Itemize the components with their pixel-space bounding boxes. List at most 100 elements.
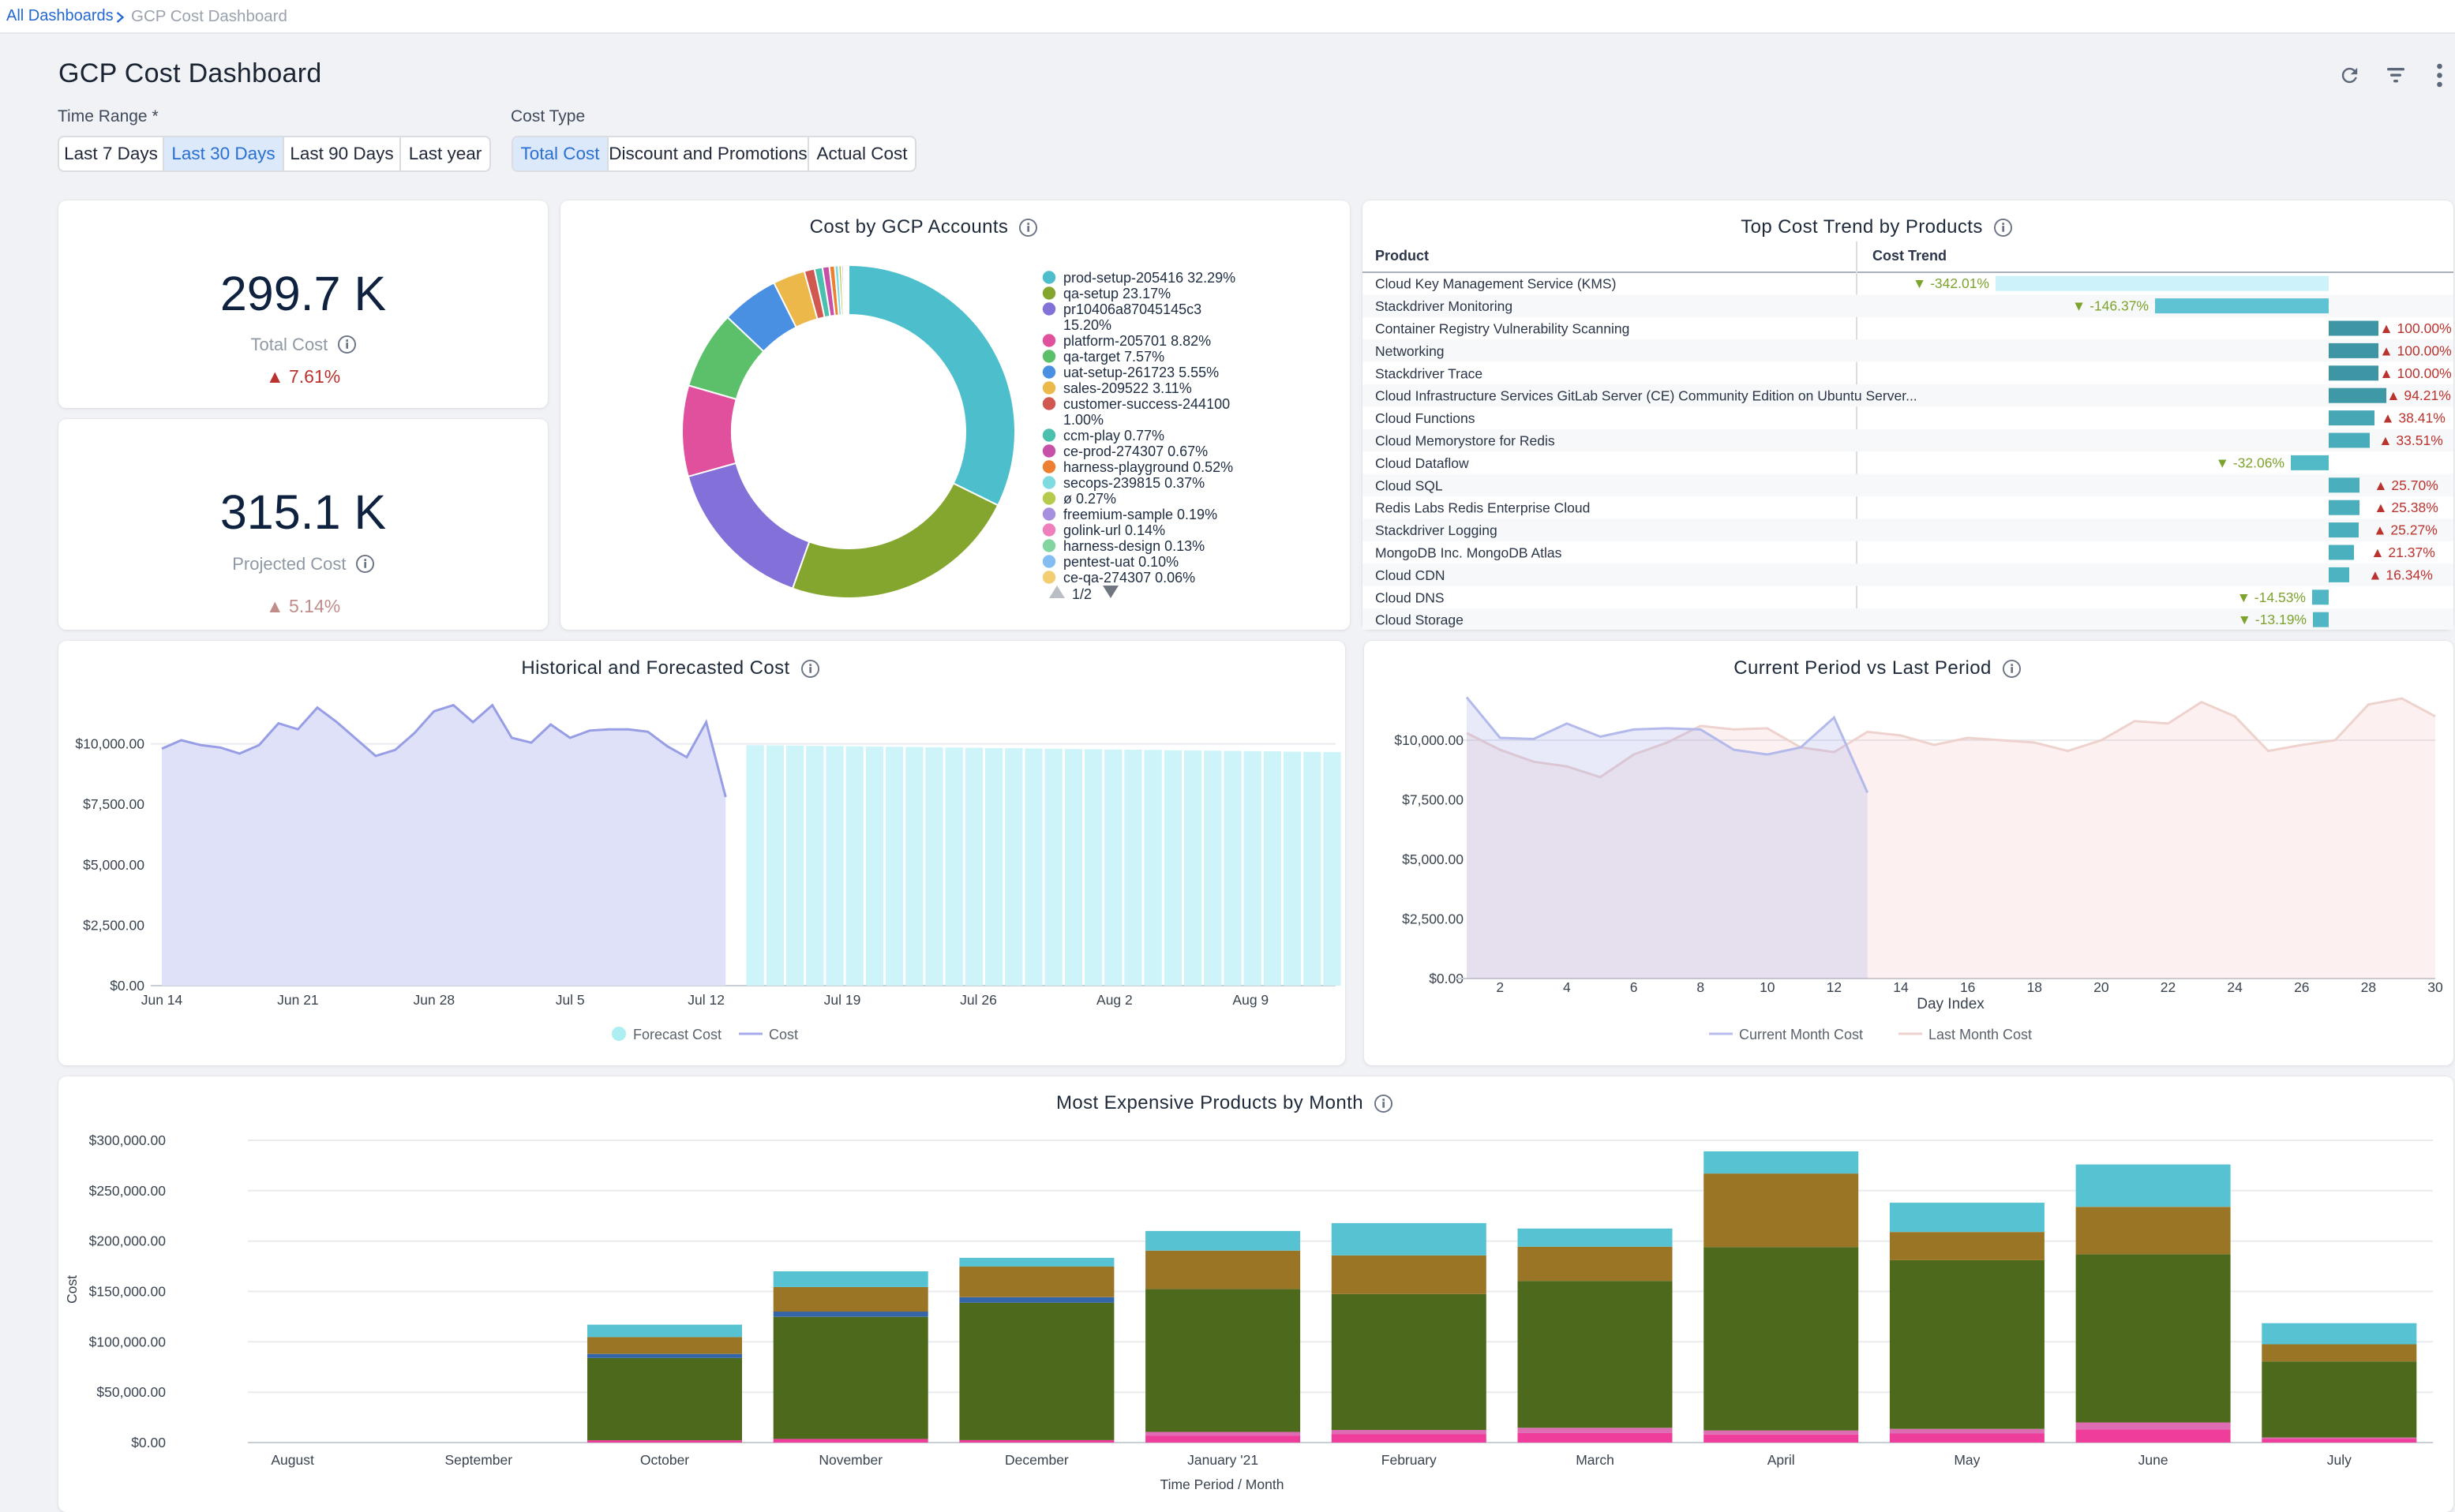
- svg-text:customer-success-244100: customer-success-244100: [1063, 396, 1230, 412]
- svg-text:2: 2: [1496, 979, 1504, 995]
- svg-text:Cloud Dataflow: Cloud Dataflow: [1375, 455, 1469, 471]
- svg-text:$10,000.00: $10,000.00: [1394, 732, 1464, 748]
- svg-text:September: September: [444, 1452, 512, 1468]
- svg-text:▲ 33.51%: ▲ 33.51%: [2378, 432, 2443, 448]
- svg-text:November: November: [819, 1452, 883, 1468]
- svg-text:$7,500.00: $7,500.00: [83, 796, 144, 812]
- svg-text:Cost: Cost: [769, 1027, 798, 1042]
- svg-text:▼ -13.19%: ▼ -13.19%: [2238, 612, 2307, 627]
- svg-text:▲ 16.34%: ▲ 16.34%: [2368, 567, 2433, 582]
- svg-text:▲ 100.00%: ▲ 100.00%: [2379, 320, 2451, 336]
- svg-text:Cloud Key Management Service (: Cloud Key Management Service (KMS): [1375, 276, 1616, 292]
- svg-text:Jun 28: Jun 28: [414, 992, 455, 1008]
- svg-text:Aug 2: Aug 2: [1096, 992, 1133, 1008]
- svg-text:Jul 12: Jul 12: [688, 992, 725, 1008]
- svg-text:February: February: [1381, 1452, 1437, 1468]
- svg-text:harness-design 0.13%: harness-design 0.13%: [1063, 538, 1205, 554]
- svg-text:Last Month Cost: Last Month Cost: [1928, 1027, 2032, 1042]
- svg-text:uat-setup-261723 5.55%: uat-setup-261723 5.55%: [1063, 365, 1219, 380]
- svg-text:12: 12: [1827, 979, 1842, 995]
- svg-text:▲ 21.37%: ▲ 21.37%: [2371, 545, 2435, 560]
- svg-text:$50,000.00: $50,000.00: [96, 1384, 166, 1400]
- svg-text:Stackdriver Logging: Stackdriver Logging: [1375, 522, 1497, 538]
- svg-text:ce-prod-274307 0.67%: ce-prod-274307 0.67%: [1063, 443, 1208, 459]
- svg-text:$300,000.00: $300,000.00: [89, 1132, 167, 1148]
- svg-text:Day Index: Day Index: [1917, 996, 1985, 1012]
- svg-text:▼ -14.53%: ▼ -14.53%: [2237, 589, 2306, 605]
- svg-text:freemium-sample 0.19%: freemium-sample 0.19%: [1063, 507, 1217, 522]
- svg-text:Redis Labs Redis Enterprise Cl: Redis Labs Redis Enterprise Cloud: [1375, 500, 1590, 516]
- svg-text:sales-209522 3.11%: sales-209522 3.11%: [1063, 380, 1192, 396]
- svg-text:▲ 38.41%: ▲ 38.41%: [2381, 410, 2446, 426]
- svg-text:6: 6: [1630, 979, 1638, 995]
- svg-text:ø 0.27%: ø 0.27%: [1063, 491, 1116, 507]
- svg-text:December: December: [1005, 1452, 1069, 1468]
- svg-text:18: 18: [2027, 979, 2042, 995]
- svg-text:secops-239815 0.37%: secops-239815 0.37%: [1063, 475, 1205, 491]
- svg-text:Stackdriver Trace: Stackdriver Trace: [1375, 365, 1482, 381]
- svg-text:June: June: [2138, 1452, 2168, 1468]
- svg-text:Cloud DNS: Cloud DNS: [1375, 589, 1445, 605]
- svg-text:▼ -146.37%: ▼ -146.37%: [2072, 298, 2149, 314]
- svg-text:Product: Product: [1375, 248, 1429, 264]
- svg-text:Cloud Storage: Cloud Storage: [1375, 612, 1464, 628]
- svg-text:Cloud Memorystore for Redis: Cloud Memorystore for Redis: [1375, 433, 1555, 449]
- svg-text:$200,000.00: $200,000.00: [89, 1233, 167, 1249]
- svg-text:prod-setup-205416 32.29%: prod-setup-205416 32.29%: [1063, 270, 1235, 286]
- svg-text:▲ 100.00%: ▲ 100.00%: [2379, 342, 2451, 358]
- svg-text:qa-setup 23.17%: qa-setup 23.17%: [1063, 286, 1171, 301]
- svg-text:March: March: [1576, 1452, 1614, 1468]
- svg-text:$100,000.00: $100,000.00: [89, 1334, 167, 1349]
- svg-text:Current Month Cost: Current Month Cost: [1739, 1027, 1863, 1042]
- svg-text:▼ -342.01%: ▼ -342.01%: [1913, 275, 1989, 291]
- svg-text:26: 26: [2294, 979, 2309, 995]
- svg-text:▲ 100.00%: ▲ 100.00%: [2379, 365, 2451, 381]
- svg-text:1/2: 1/2: [1072, 586, 1092, 602]
- svg-text:▲ 25.70%: ▲ 25.70%: [2374, 477, 2438, 493]
- svg-text:$150,000.00: $150,000.00: [89, 1284, 167, 1300]
- svg-text:Time Period / Month: Time Period / Month: [1160, 1476, 1284, 1492]
- svg-text:Jul 19: Jul 19: [824, 992, 861, 1008]
- svg-text:24: 24: [2227, 979, 2243, 995]
- svg-text:Cost Trend: Cost Trend: [1872, 248, 1947, 264]
- svg-text:22: 22: [2161, 979, 2176, 995]
- svg-text:$10,000.00: $10,000.00: [75, 736, 144, 752]
- svg-text:ce-qa-274307 0.06%: ce-qa-274307 0.06%: [1063, 570, 1195, 586]
- svg-text:$2,500.00: $2,500.00: [1402, 911, 1464, 927]
- svg-text:28: 28: [2361, 979, 2376, 995]
- svg-text:Forecast Cost: Forecast Cost: [633, 1027, 722, 1042]
- svg-text:Networking: Networking: [1375, 343, 1445, 359]
- svg-text:30: 30: [2427, 979, 2443, 995]
- svg-text:$0.00: $0.00: [131, 1435, 166, 1450]
- svg-text:▲ 25.38%: ▲ 25.38%: [2374, 500, 2438, 515]
- svg-text:October: October: [640, 1452, 689, 1468]
- svg-text:January '21: January '21: [1187, 1452, 1258, 1468]
- svg-text:$7,500.00: $7,500.00: [1402, 792, 1464, 808]
- svg-text:$2,500.00: $2,500.00: [83, 917, 144, 933]
- svg-text:Cost: Cost: [64, 1275, 80, 1304]
- svg-text:Cloud CDN: Cloud CDN: [1375, 567, 1445, 583]
- svg-text:April: April: [1767, 1452, 1795, 1468]
- svg-text:20: 20: [2093, 979, 2109, 995]
- svg-text:May: May: [1954, 1452, 1980, 1468]
- svg-text:Stackdriver Monitoring: Stackdriver Monitoring: [1375, 298, 1512, 314]
- svg-text:Jun 14: Jun 14: [141, 992, 183, 1008]
- svg-text:$5,000.00: $5,000.00: [83, 857, 144, 873]
- svg-text:pr10406a87045145c3: pr10406a87045145c3: [1063, 301, 1201, 317]
- svg-text:July: July: [2327, 1452, 2352, 1468]
- svg-text:▼ -32.06%: ▼ -32.06%: [2216, 455, 2284, 470]
- svg-text:$5,000.00: $5,000.00: [1402, 851, 1464, 867]
- svg-text:Aug 9: Aug 9: [1232, 992, 1269, 1008]
- svg-text:Container Registry Vulnerabili: Container Registry Vulnerability Scannin…: [1375, 321, 1629, 337]
- svg-text:platform-205701 8.82%: platform-205701 8.82%: [1063, 333, 1211, 349]
- svg-text:$0.00: $0.00: [110, 978, 144, 994]
- svg-text:Cloud Functions: Cloud Functions: [1375, 410, 1475, 426]
- svg-text:▲ 94.21%: ▲ 94.21%: [2386, 387, 2451, 403]
- svg-text:Jul 26: Jul 26: [960, 992, 997, 1008]
- svg-text:golink-url 0.14%: golink-url 0.14%: [1063, 522, 1165, 538]
- svg-text:August: August: [271, 1452, 314, 1468]
- svg-text:pentest-uat 0.10%: pentest-uat 0.10%: [1063, 554, 1179, 570]
- svg-text:10: 10: [1760, 979, 1775, 995]
- svg-text:14: 14: [1893, 979, 1909, 995]
- svg-text:$250,000.00: $250,000.00: [89, 1183, 167, 1199]
